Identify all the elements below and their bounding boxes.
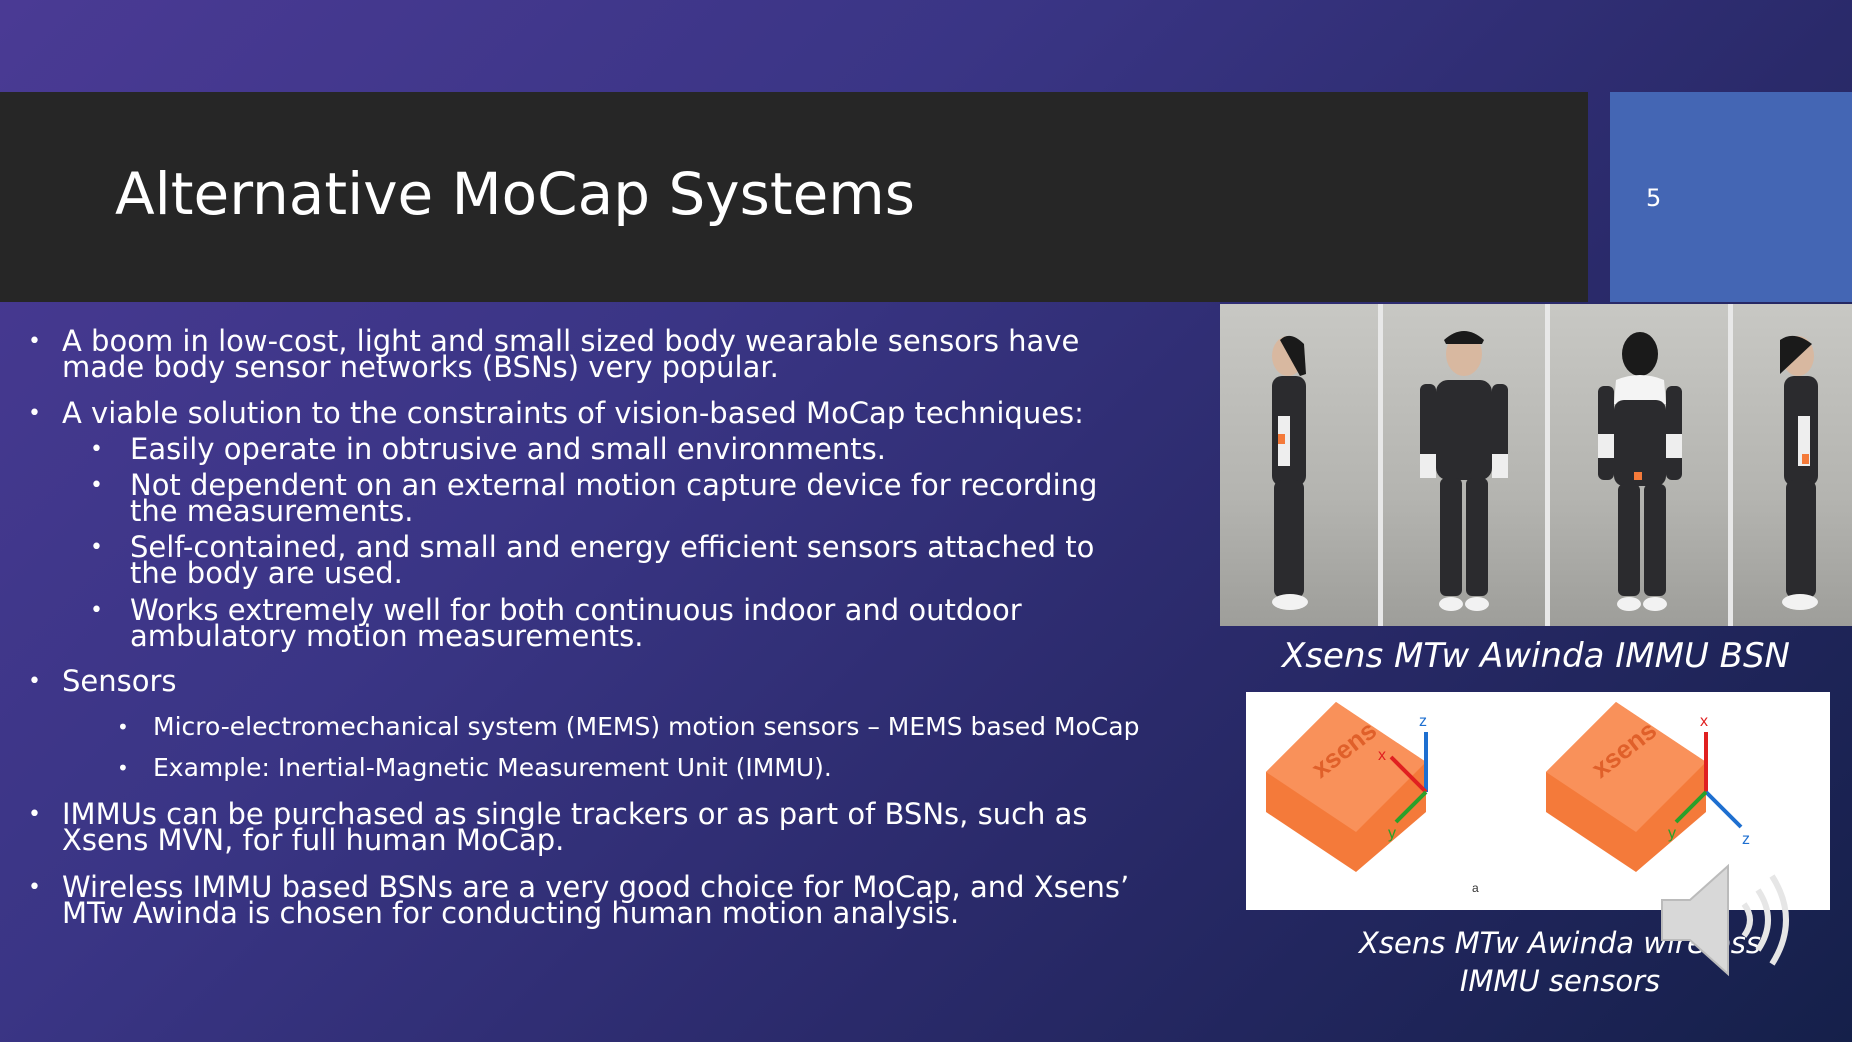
bullet-icon: • — [28, 669, 41, 694]
bullet-text: Example: Inertial-Magnetic Measurement U… — [153, 753, 832, 782]
bullet-icon: • — [117, 756, 129, 780]
axis-label-y: y — [1388, 825, 1396, 842]
bullet-icon: • — [117, 715, 129, 739]
bullet-icon: • — [28, 875, 41, 900]
bullet-text: A boom in low-cost, light and small size… — [62, 324, 1080, 384]
axis-label-x: x — [1700, 713, 1708, 730]
person-back — [1598, 332, 1682, 611]
bullet-text: Not dependent on an external motion capt… — [130, 468, 1098, 528]
bullet-item: • Wireless IMMU based BSNs are a very go… — [28, 870, 1162, 930]
bullet-item: • Micro-electromechanical system (MEMS) … — [117, 712, 1140, 742]
bullet-icon: • — [28, 401, 41, 426]
bullet-icon: • — [28, 802, 41, 827]
bullet-item: • Sensors — [28, 664, 177, 698]
axis-label-z: z — [1419, 713, 1427, 730]
bullet-item: • A viable solution to the constraints o… — [28, 396, 1084, 430]
bullet-item: • A boom in low-cost, light and small si… — [28, 324, 1162, 384]
speaker-icon[interactable] — [1660, 860, 1800, 980]
bsn-photo — [1220, 304, 1852, 626]
bullet-text: A viable solution to the constraints of … — [62, 396, 1084, 430]
bullet-icon: • — [90, 473, 103, 498]
slide-title: Alternative MoCap Systems — [115, 160, 915, 228]
bullet-item: • Example: Inertial-Magnetic Measurement… — [117, 753, 832, 783]
bullet-text: Sensors — [62, 664, 177, 698]
persons-figures — [1272, 331, 1818, 611]
bullet-icon: • — [90, 535, 103, 560]
axis-label-z: z — [1742, 831, 1750, 848]
person-side-left — [1272, 335, 1308, 610]
bsn-caption: Xsens MTw Awinda IMMU BSN — [1282, 636, 1790, 676]
bullet-text: Easily operate in obtrusive and small en… — [130, 432, 886, 466]
bullet-text: Self-contained, and small and energy eff… — [130, 530, 1095, 590]
sensor-left: xsens z x y — [1266, 702, 1428, 872]
person-front — [1420, 331, 1508, 611]
axis-label-x: x — [1378, 747, 1386, 764]
bullet-text: Wireless IMMU based BSNs are a very good… — [62, 870, 1130, 930]
bullet-text: Works extremely well for both continuous… — [130, 593, 1022, 653]
bullet-icon: • — [28, 329, 41, 354]
slide-number: 5 — [1646, 184, 1662, 212]
bullet-item: • Not dependent on an external motion ca… — [90, 468, 1140, 528]
bullet-text: Micro-electromechanical system (MEMS) mo… — [153, 712, 1140, 741]
bullet-item: • IMMUs can be purchased as single track… — [28, 797, 1142, 857]
bullet-item: • Easily operate in obtrusive and small … — [90, 432, 886, 466]
bullet-item: • Works extremely well for both continuo… — [90, 593, 1180, 653]
axis-label-y: y — [1668, 825, 1676, 842]
bullet-icon: • — [90, 598, 103, 623]
bullet-icon: • — [90, 437, 103, 462]
sensor-sublabel: a — [1472, 881, 1479, 895]
bullet-item: • Self-contained, and small and energy e… — [90, 530, 1140, 590]
bullet-text: IMMUs can be purchased as single tracker… — [62, 797, 1088, 857]
person-side-right — [1780, 335, 1818, 610]
sensor-right: xsens x z y — [1546, 702, 1750, 872]
